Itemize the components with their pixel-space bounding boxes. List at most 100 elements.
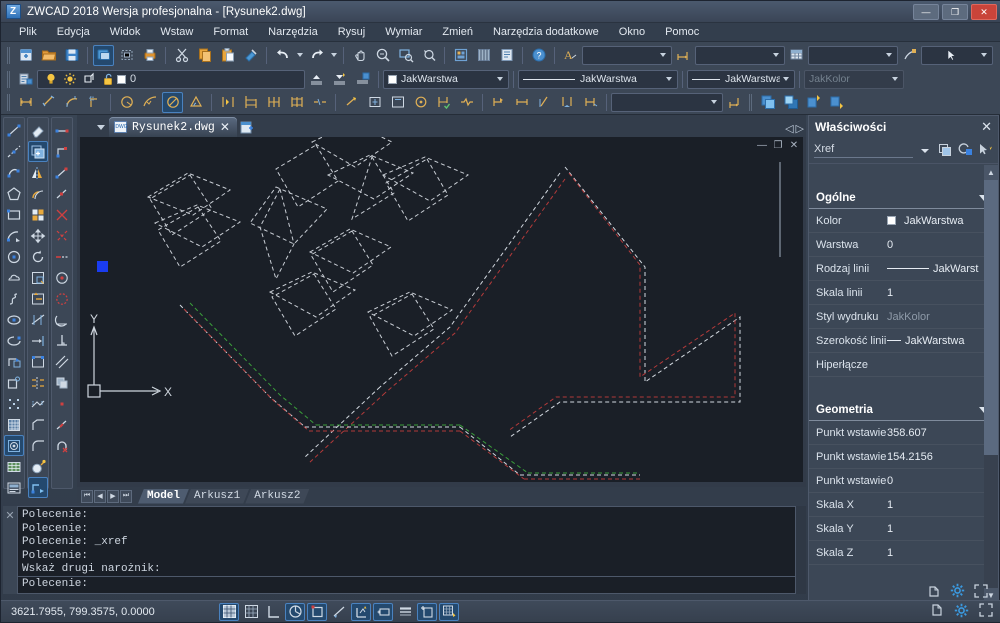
osnap-node-icon[interactable] — [52, 393, 72, 414]
menu-plik[interactable]: Plik — [9, 24, 47, 40]
menu-widok[interactable]: Widok — [100, 24, 151, 40]
undo-icon[interactable] — [272, 45, 293, 66]
zoom-window-icon[interactable] — [395, 45, 416, 66]
offset-icon[interactable] — [28, 183, 48, 204]
gear-settings-icon[interactable] — [954, 603, 969, 621]
select-objects-icon[interactable] — [957, 143, 973, 159]
toolbar-grip[interactable] — [6, 93, 12, 112]
property-row-rodzaj-linii[interactable]: Rodzaj linii JakWarst — [809, 257, 998, 281]
scale-icon[interactable] — [28, 267, 48, 288]
close-icon[interactable]: ✕ — [3, 506, 17, 594]
polyline-icon[interactable] — [4, 162, 24, 183]
edit-polyline-icon[interactable] — [28, 477, 48, 498]
close-button[interactable]: ✕ — [971, 4, 997, 20]
gradient-icon[interactable] — [4, 435, 24, 456]
fullscreen-icon[interactable] — [979, 603, 993, 620]
property-value-cell[interactable]: JakWarstwa — [887, 215, 998, 227]
fillet-icon[interactable] — [28, 435, 48, 456]
property-row-hiperlacze[interactable]: Hiperłącze — [809, 353, 998, 377]
table-style-combo[interactable] — [808, 45, 898, 65]
construction-line-icon[interactable] — [4, 141, 24, 162]
table-style-icon[interactable] — [786, 45, 807, 66]
tab-scroll-right-icon[interactable]: ▷ — [796, 122, 804, 135]
paste-icon[interactable] — [217, 45, 238, 66]
cut-icon[interactable] — [171, 45, 192, 66]
lineweight-combo[interactable]: JakWarstwa — [687, 69, 795, 89]
viewport-close-button[interactable]: ✕ — [787, 139, 801, 152]
dimension-style-combo[interactable] — [695, 45, 785, 65]
menu-pomoc[interactable]: Pomoc — [655, 24, 709, 40]
command-history[interactable]: Polecenie: Polecenie: Polecenie: _xref P… — [17, 506, 796, 594]
osnap-from-icon[interactable] — [52, 141, 72, 162]
osnap-insert-icon[interactable] — [52, 372, 72, 393]
explode-icon[interactable] — [28, 456, 48, 477]
osnap-apparent-intersection-icon[interactable] — [52, 225, 72, 246]
menu-wymiar[interactable]: Wymiar — [375, 24, 432, 40]
save-file-icon[interactable] — [61, 45, 82, 66]
menu-wstaw[interactable]: Wstaw — [150, 24, 203, 40]
properties-scrollbar[interactable]: ▲ ▼ — [984, 165, 998, 603]
text-style-icon[interactable]: A — [560, 45, 581, 66]
array-icon[interactable] — [28, 204, 48, 225]
linear-dimension-icon[interactable] — [15, 92, 36, 113]
zoom-previous-icon[interactable] — [418, 45, 439, 66]
command-input[interactable]: Polecenie: — [18, 576, 795, 593]
menu-edycja[interactable]: Edycja — [47, 24, 100, 40]
expand-icon[interactable] — [974, 583, 988, 601]
match-properties-icon[interactable] — [240, 45, 261, 66]
copy-object-icon[interactable] — [28, 141, 48, 162]
next-layout-button[interactable]: ▶ — [107, 489, 119, 503]
center-mark-icon[interactable] — [364, 92, 385, 113]
osnap-endpoint-icon[interactable] — [52, 162, 72, 183]
hatch-icon[interactable] — [4, 414, 24, 435]
property-group-ogolne[interactable]: Ogólne — [809, 187, 998, 209]
freeze-viewport-icon[interactable] — [80, 71, 97, 88]
close-icon[interactable]: ✕ — [981, 119, 992, 135]
layout-tab-arkusz1[interactable]: Arkusz1 — [185, 489, 249, 504]
minimize-button[interactable]: — — [913, 4, 939, 20]
multileader-style-icon[interactable] — [899, 45, 920, 66]
layer-states-icon[interactable] — [352, 69, 373, 90]
polygon-icon[interactable] — [4, 183, 24, 204]
aligned-dimension-icon[interactable] — [38, 92, 59, 113]
dimension-style-manager-icon[interactable] — [724, 92, 745, 113]
layer-control-combo[interactable]: 0 — [37, 69, 305, 89]
dimension-update-icon[interactable] — [557, 92, 578, 113]
osnap-quadrant-icon[interactable] — [52, 288, 72, 309]
design-center-icon[interactable] — [450, 45, 471, 66]
quick-dimension-icon[interactable] — [217, 92, 238, 113]
scrollbar-thumb[interactable] — [984, 180, 998, 455]
menu-narzedzia[interactable]: Narzędzia — [258, 24, 328, 40]
property-row-szerokosc-linii[interactable]: Szerokość linii JakWarstwa — [809, 329, 998, 353]
scroll-up-icon[interactable]: ▲ — [984, 165, 998, 180]
jogged-dimension-icon[interactable] — [139, 92, 160, 113]
trim-icon[interactable] — [28, 309, 48, 330]
property-row-skala-linii[interactable]: Skala linii 1 — [809, 281, 998, 305]
table-icon[interactable] — [4, 456, 24, 477]
move-icon[interactable] — [28, 225, 48, 246]
property-value-cell[interactable]: JakWarstwa — [887, 335, 998, 347]
pickadd-toggle-icon[interactable] — [927, 584, 941, 601]
property-row-skala-z[interactable]: Skala Z 1 — [809, 541, 998, 565]
send-under-object-icon[interactable] — [826, 92, 847, 113]
viewport-minimize-button[interactable]: — — [755, 139, 769, 152]
close-icon[interactable]: ✕ — [220, 120, 230, 135]
property-row-skala-y[interactable]: Skala Y 1 — [809, 517, 998, 541]
property-row-kolor[interactable]: Kolor JakWarstwa — [809, 209, 998, 233]
rotate-icon[interactable] — [28, 246, 48, 267]
radius-dimension-icon[interactable] — [116, 92, 137, 113]
tolerance-icon[interactable] — [341, 92, 362, 113]
tool-palette-icon[interactable] — [473, 45, 494, 66]
toolbar-grip[interactable] — [748, 93, 754, 112]
send-to-back-icon[interactable] — [780, 92, 801, 113]
open-file-icon[interactable] — [38, 45, 59, 66]
break-icon[interactable] — [28, 372, 48, 393]
osnap-nearest-icon[interactable] — [52, 414, 72, 435]
document-tab-rysunek2[interactable]: Rysunek2.dwg ✕ — [109, 117, 237, 137]
osnap-temporary-track-icon[interactable] — [52, 120, 72, 141]
lineweight-toggle[interactable] — [395, 603, 415, 621]
linetype-combo[interactable]: JakWarstwa — [518, 69, 678, 89]
coordinate-display[interactable]: 3621.7955, 799.3575, 0.0000 — [11, 606, 211, 618]
layer-properties-icon[interactable] — [15, 69, 36, 90]
ortho-mode-toggle[interactable] — [263, 603, 283, 621]
